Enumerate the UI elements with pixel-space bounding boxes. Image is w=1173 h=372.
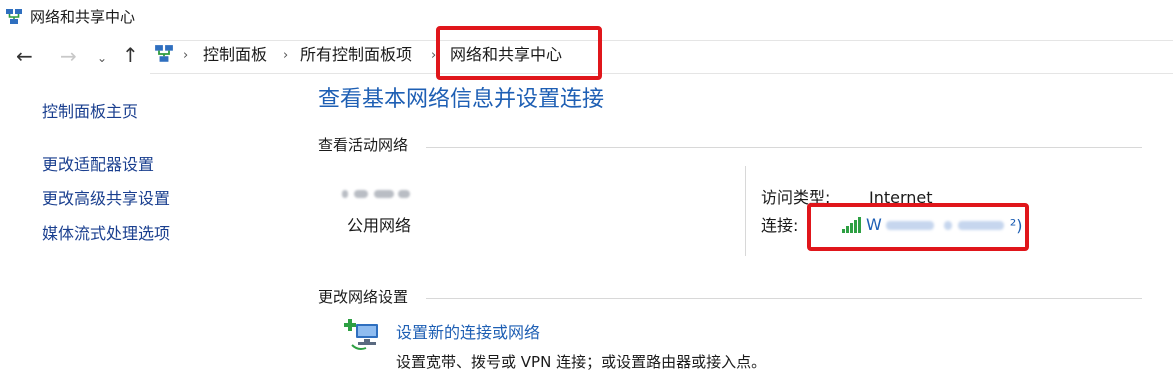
annotation-highlight-breadcrumb xyxy=(436,26,602,80)
active-networks-heading: 查看活动网络 xyxy=(318,135,417,155)
network-sharing-center-icon xyxy=(155,45,173,62)
sidebar-item-media-streaming-options[interactable]: 媒体流式处理选项 xyxy=(42,224,170,244)
setup-new-connection-link[interactable]: 设置新的连接或网络 xyxy=(396,323,540,343)
page-title: 查看基本网络信息并设置连接 xyxy=(318,87,605,112)
breadcrumb-control-panel[interactable]: 控制面板 xyxy=(203,45,267,65)
sidebar-item-change-advanced-sharing[interactable]: 更改高级共享设置 xyxy=(42,189,170,209)
connection-label: 连接: xyxy=(761,216,799,235)
network-sharing-center-icon xyxy=(6,9,22,24)
section-divider xyxy=(426,298,1142,299)
breadcrumb-separator-icon[interactable]: › xyxy=(183,48,188,63)
network-name-redacted xyxy=(340,186,412,202)
change-network-settings-heading: 更改网络设置 xyxy=(318,287,417,307)
vertical-divider xyxy=(745,166,746,256)
annotation-highlight-connection xyxy=(807,203,1029,251)
breadcrumb-all-control-panel-items[interactable]: 所有控制面板项 xyxy=(300,45,412,65)
sidebar-item-change-adapter-settings[interactable]: 更改适配器设置 xyxy=(42,155,154,175)
recent-locations-chevron-icon[interactable]: ⌄ xyxy=(97,48,107,68)
forward-arrow-icon[interactable]: → xyxy=(60,46,77,66)
back-arrow-icon[interactable]: ← xyxy=(16,46,33,66)
network-category[interactable]: 公用网络 xyxy=(347,216,411,236)
breadcrumb-separator-icon[interactable]: › xyxy=(283,48,288,63)
sidebar-item-control-panel-home[interactable]: 控制面板主页 xyxy=(42,102,138,122)
section-divider xyxy=(426,147,1142,148)
window-title: 网络和共享中心 xyxy=(30,8,136,26)
up-arrow-icon[interactable]: ↑ xyxy=(122,45,139,65)
setup-new-connection-description: 设置宽带、拨号或 VPN 连接；或设置路由器或接入点。 xyxy=(396,353,767,371)
new-connection-icon[interactable] xyxy=(344,318,382,352)
